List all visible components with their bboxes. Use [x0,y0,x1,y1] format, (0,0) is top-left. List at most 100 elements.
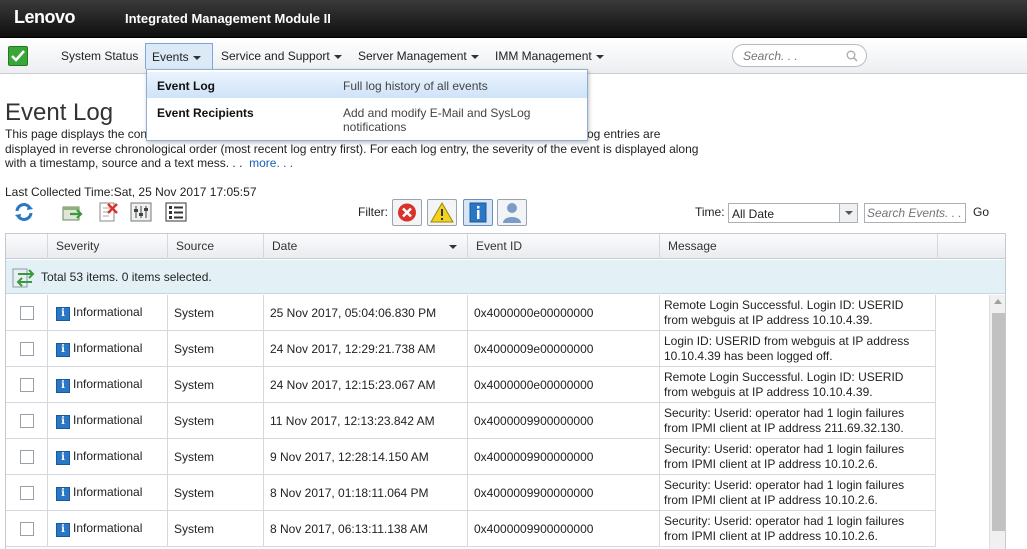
last-collected-time: Last Collected Time:Sat, 25 Nov 2017 17:… [5,185,257,199]
date-cell: 11 Nov 2017, 12:13:23.842 AM [264,403,468,439]
message-text: Remote Login Successful. Login ID: USERI… [664,298,904,327]
global-search[interactable] [732,44,867,67]
menu-item-event-log[interactable]: Event Log Full log history of all events [147,72,587,98]
table-row[interactable]: i Informational System 25 Nov 2017, 05:0… [6,295,936,331]
filter-informational-button[interactable] [463,199,493,226]
date-cell: 24 Nov 2017, 12:29:21.738 AM [264,331,468,367]
warning-icon [430,202,454,223]
table-row[interactable]: i Informational System 24 Nov 2017, 12:1… [6,367,936,403]
vertical-scrollbar[interactable] [989,295,1005,549]
search-events-field[interactable] [864,203,966,223]
nav-label: System Status [61,49,139,63]
column-header-source[interactable]: Source [168,234,264,259]
nav-label: Events [152,50,189,64]
nav-events[interactable]: Events [145,43,213,69]
source-cell: System [168,511,264,547]
nav-label: Service and Support [221,49,330,63]
go-button[interactable]: Go [973,205,989,219]
table-row[interactable]: i Informational System 24 Nov 2017, 12:2… [6,331,936,367]
filter-audit-button[interactable] [497,199,527,226]
global-search-input[interactable] [743,46,843,65]
more-link[interactable]: more. . . [249,156,293,170]
scrollbar-thumb[interactable] [992,313,1005,531]
filter-label: Filter: [358,205,388,219]
row-checkbox[interactable] [20,306,34,320]
sort-descending-icon [449,245,457,249]
filter-error-button[interactable] [392,199,422,226]
refresh-icon[interactable] [13,201,35,223]
column-header-date[interactable]: Date [264,234,468,259]
row-select-cell [6,475,48,511]
info-icon: i [56,451,70,465]
table-row[interactable]: i Informational System 8 Nov 2017, 06:13… [6,511,936,547]
select-all-column[interactable] [6,234,48,259]
column-header-message[interactable]: Message [660,234,938,259]
row-checkbox[interactable] [20,450,34,464]
table-row[interactable]: i Informational System 11 Nov 2017, 12:1… [6,403,936,439]
table-header: Severity Source Date Event ID Message [6,234,1005,259]
message-cell: Login ID: USERID from webguis at IP addr… [660,331,936,367]
severity-cell: i Informational [48,367,168,403]
menu-item-label: Event Recipients [157,106,254,120]
nav-service-support[interactable]: Service and Support [215,43,348,69]
row-select-cell [6,367,48,403]
date-cell: 9 Nov 2017, 12:28:14.150 AM [264,439,468,475]
source-cell: System [168,295,264,331]
message-text: Security: Userid: operator had 1 login f… [664,514,905,543]
nav-label: IMM Management [495,49,592,63]
row-select-cell [6,403,48,439]
date-cell: 24 Nov 2017, 12:15:23.067 AM [264,367,468,403]
customize-columns-icon[interactable] [165,201,187,223]
product-title: Integrated Management Module II [125,11,331,26]
menu-item-description: Full log history of all events [343,79,488,93]
settings-sliders-icon[interactable] [130,201,152,223]
chevron-down-icon[interactable] [839,204,857,222]
event-id-cell: 0x4000009900000000 [468,439,660,475]
row-checkbox[interactable] [20,522,34,536]
row-checkbox[interactable] [20,486,34,500]
nav-server-management[interactable]: Server Management [352,43,485,69]
chevron-down-icon [470,54,479,59]
severity-text: Informational [73,485,143,499]
message-cell: Remote Login Successful. Login ID: USERI… [660,367,936,403]
nav-imm-management[interactable]: IMM Management [489,43,610,69]
severity-cell: i Informational [48,331,168,367]
row-checkbox[interactable] [20,378,34,392]
scroll-up-icon[interactable] [994,299,1002,304]
severity-cell: i Informational [48,511,168,547]
time-filter-value: All Date [732,207,775,221]
menu-item-description: Add and modify E-Mail and SysLog notific… [343,106,531,134]
export-icon[interactable] [61,201,83,223]
system-status-check-icon[interactable] [8,46,28,66]
table-row[interactable]: i Informational System 8 Nov 2017, 01:18… [6,475,936,511]
table-row[interactable]: i Informational System 9 Nov 2017, 12:28… [6,439,936,475]
column-header-severity[interactable]: Severity [48,234,168,259]
clear-log-icon[interactable] [97,201,119,223]
event-id-cell: 0x4000009900000000 [468,403,660,439]
page-title: Event Log [5,99,114,126]
row-checkbox[interactable] [20,414,34,428]
column-header-label: Date [272,239,298,253]
column-header-event-id[interactable]: Event ID [468,234,660,259]
top-bar: Lenovo Integrated Management Module II [0,0,1027,38]
time-label: Time: [695,205,725,219]
nav-system-status[interactable]: System Status [55,43,144,69]
event-id-cell: 0x4000000e00000000 [468,295,660,331]
info-icon: i [56,487,70,501]
row-checkbox[interactable] [20,342,34,356]
search-icon[interactable] [846,50,858,65]
message-text: Login ID: USERID from webguis at IP addr… [664,334,910,363]
menu-item-event-recipients[interactable]: Event Recipients Add and modify E-Mail a… [147,100,587,140]
source-cell: System [168,475,264,511]
message-text: Remote Login Successful. Login ID: USERI… [664,370,904,399]
filter-warning-button[interactable] [427,199,457,226]
info-icon: i [56,379,70,393]
date-cell: 25 Nov 2017, 05:04:06.830 PM [264,295,468,331]
source-cell: System [168,331,264,367]
event-id-cell: 0x4000009e00000000 [468,331,660,367]
source-cell: System [168,403,264,439]
chevron-down-icon [192,55,201,60]
search-events-input[interactable] [865,204,963,222]
nav-label: Server Management [358,49,467,63]
time-filter-select[interactable]: All Date [728,203,858,223]
